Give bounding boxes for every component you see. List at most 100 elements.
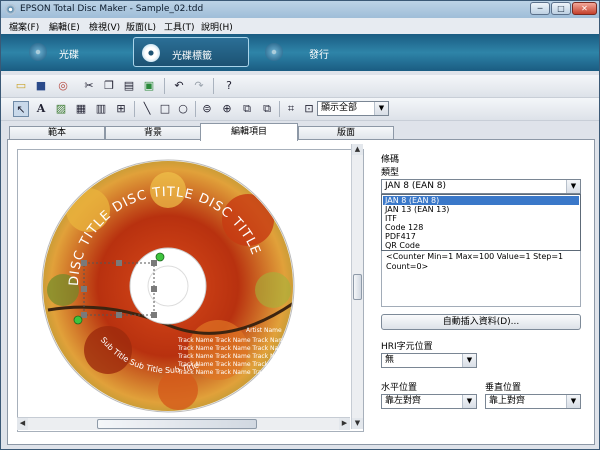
app-disc-icon <box>5 4 16 15</box>
mode-publish[interactable]: 發行 <box>259 37 359 67</box>
disc-track-2: Track Name Track Name Track Name <box>177 345 288 352</box>
grid-view-icon[interactable]: ⊡ <box>301 101 317 117</box>
dropdown-option-itf[interactable]: ITF <box>383 214 579 223</box>
tab-layout[interactable]: 版面 <box>298 126 394 140</box>
disc-track-4: Track Name Track Name Track Name <box>177 361 288 368</box>
toolbar-separator <box>164 78 165 94</box>
display-select[interactable]: 顯示全部 ▼ <box>317 101 389 116</box>
scroll-right-icon[interactable]: ▶ <box>339 418 350 430</box>
export-icon[interactable]: ▣ <box>141 78 157 94</box>
toolbar-separator <box>279 101 280 117</box>
copy-icon[interactable]: ❐ <box>101 78 117 94</box>
dropdown-option-code128[interactable]: Code 128 <box>383 223 579 232</box>
display-select-value: 顯示全部 <box>321 103 358 113</box>
barcode-type-value: JAN 8 (EAN 8) <box>385 181 447 191</box>
redo-icon[interactable]: ↷ <box>191 78 207 94</box>
pointer-tool-icon[interactable]: ↖ <box>13 101 29 117</box>
image-tool-icon[interactable]: ▨ <box>53 101 69 117</box>
close-button[interactable]: ✕ <box>572 2 597 15</box>
file-toolbar: ▭ ■ ◎ ✂ ❐ ▤ ▣ ↶ ↷ ? <box>1 75 599 98</box>
dropdown-option-pdf417[interactable]: PDF417 <box>383 232 579 241</box>
dropdown-option-qrcode[interactable]: QR Code <box>383 241 579 250</box>
app-window: EPSON Total Disc Maker - Sample_02.tdd ─… <box>0 0 600 450</box>
send-back-icon[interactable]: ⧉ <box>259 101 275 117</box>
disc-artist: Artist Name <box>246 327 282 334</box>
menu-help[interactable]: 說明(H) <box>201 20 233 33</box>
toolbar-separator <box>195 101 196 117</box>
bring-front-icon[interactable]: ⧉ <box>239 101 255 117</box>
disc-canvas[interactable]: DISC TITLE DISC TITLE DISC TITLE Sub Tit… <box>17 149 364 432</box>
hri-position-select[interactable]: 無 ▼ <box>381 353 477 368</box>
chevron-down-icon: ▼ <box>566 395 580 408</box>
vertical-scrollbar[interactable]: ▲ ▼ <box>351 144 363 429</box>
scroll-down-icon[interactable]: ▼ <box>352 418 363 429</box>
barcode-type-select[interactable]: JAN 8 (EAN 8) ▼ <box>381 179 581 194</box>
help-icon[interactable]: ? <box>221 78 237 94</box>
minimize-button[interactable]: ─ <box>530 2 550 15</box>
barcode-data-textarea[interactable]: <Counter Min=1 Max=100 Value=1 Step=1 Co… <box>381 249 581 307</box>
toolbar-separator <box>134 101 135 117</box>
line-tool-icon[interactable]: ╲ <box>139 101 155 117</box>
grid-tool-icon[interactable]: ▦ <box>73 101 89 117</box>
undo-icon[interactable]: ↶ <box>171 78 187 94</box>
title-bar: EPSON Total Disc Maker - Sample_02.tdd ─… <box>1 1 599 18</box>
hri-label: HRI字元位置 <box>381 342 433 352</box>
mode-disc-label-label: 光碟標籤 <box>172 51 212 62</box>
type-label: 類型 <box>381 168 400 178</box>
h-align-label: 水平位置 <box>381 383 418 393</box>
mode-disc[interactable]: 光碟 <box>23 37 123 67</box>
horizontal-scroll-thumb[interactable] <box>97 419 257 429</box>
open-folder-icon[interactable]: ▭ <box>13 78 29 94</box>
menu-layout[interactable]: 版面(L) <box>126 20 156 33</box>
menu-file[interactable]: 檔案(F) <box>9 20 39 33</box>
mode-disc-label-active[interactable]: 光碟標籤 <box>133 37 249 67</box>
disc-track-5: Track Name Track Name Track Name <box>177 369 288 376</box>
crop-icon[interactable]: ⌗ <box>283 101 299 117</box>
disc-icon <box>29 43 47 61</box>
mode-disc-label: 光碟 <box>59 50 79 61</box>
menu-bar: 檔案(F) 編輯(E) 檢視(V) 版面(L) 工具(T) 說明(H) <box>1 18 599 35</box>
tab-strip: 範本 背景 編輯項目 版面 <box>1 123 599 141</box>
chevron-down-icon: ▼ <box>566 180 580 193</box>
window-title: EPSON Total Disc Maker - Sample_02.tdd <box>20 4 204 14</box>
hri-position-value: 無 <box>385 355 395 365</box>
disc-track-1: Track Name Track Name Track Name <box>177 337 288 344</box>
tab-template[interactable]: 範本 <box>9 126 105 140</box>
dropdown-option-jan8[interactable]: JAN 8 (EAN 8) <box>383 196 579 205</box>
text-tool-icon[interactable]: A <box>33 101 49 117</box>
menu-view[interactable]: 檢視(V) <box>89 20 120 33</box>
cut-icon[interactable]: ✂ <box>81 78 97 94</box>
menu-edit[interactable]: 編輯(E) <box>49 20 80 33</box>
print-disc-icon[interactable]: ◎ <box>55 78 71 94</box>
menu-tools[interactable]: 工具(T) <box>164 20 195 33</box>
scroll-up-icon[interactable]: ▲ <box>352 144 363 155</box>
distribute-icon[interactable]: ⊕ <box>219 101 235 117</box>
rectangle-tool-icon[interactable]: □ <box>157 101 173 117</box>
disc-label-preview: DISC TITLE DISC TITLE DISC TITLE Sub Tit… <box>41 159 295 413</box>
barcode-heading: 條碼 <box>381 155 400 165</box>
align-icon[interactable]: ⊜ <box>199 101 215 117</box>
h-align-value: 靠左對齊 <box>385 396 422 406</box>
paste-icon[interactable]: ▤ <box>121 78 137 94</box>
dropdown-option-jan13[interactable]: JAN 13 (EAN 13) <box>383 205 579 214</box>
tab-edit-items[interactable]: 編輯項目 <box>200 123 298 141</box>
disc-track-3: Track Name Track Name Track Name <box>177 353 288 360</box>
barcode-tool-icon[interactable]: ▥ <box>93 101 109 117</box>
h-align-select[interactable]: 靠左對齊 ▼ <box>381 394 477 409</box>
chevron-down-icon: ▼ <box>462 395 476 408</box>
save-icon[interactable]: ■ <box>33 78 49 94</box>
ellipse-tool-icon[interactable]: ○ <box>175 101 191 117</box>
scroll-left-icon[interactable]: ◀ <box>17 418 28 430</box>
tree-tool-icon[interactable]: ⊞ <box>113 101 129 117</box>
barcode-type-dropdown: JAN 8 (EAN 8) JAN 13 (EAN 13) ITF Code 1… <box>381 194 581 251</box>
tab-background[interactable]: 背景 <box>105 126 201 140</box>
draw-toolbar: ↖ A ▨ ▦ ▥ ⊞ ╲ □ ○ ⊜ ⊕ ⧉ ⧉ ⌗ ⊡ 顯示全部 ▼ <box>1 98 599 121</box>
vertical-scroll-thumb[interactable] <box>353 274 362 300</box>
v-align-select[interactable]: 靠上對齊 ▼ <box>485 394 581 409</box>
chevron-down-icon: ▼ <box>462 354 476 367</box>
horizontal-scrollbar[interactable]: ◀ ▶ <box>17 417 350 430</box>
chevron-down-icon: ▼ <box>374 102 388 115</box>
auto-insert-data-button[interactable]: 自動插入資料(D)... <box>381 314 581 330</box>
maximize-button[interactable]: □ <box>551 2 571 15</box>
mode-publish-label: 發行 <box>309 50 329 61</box>
